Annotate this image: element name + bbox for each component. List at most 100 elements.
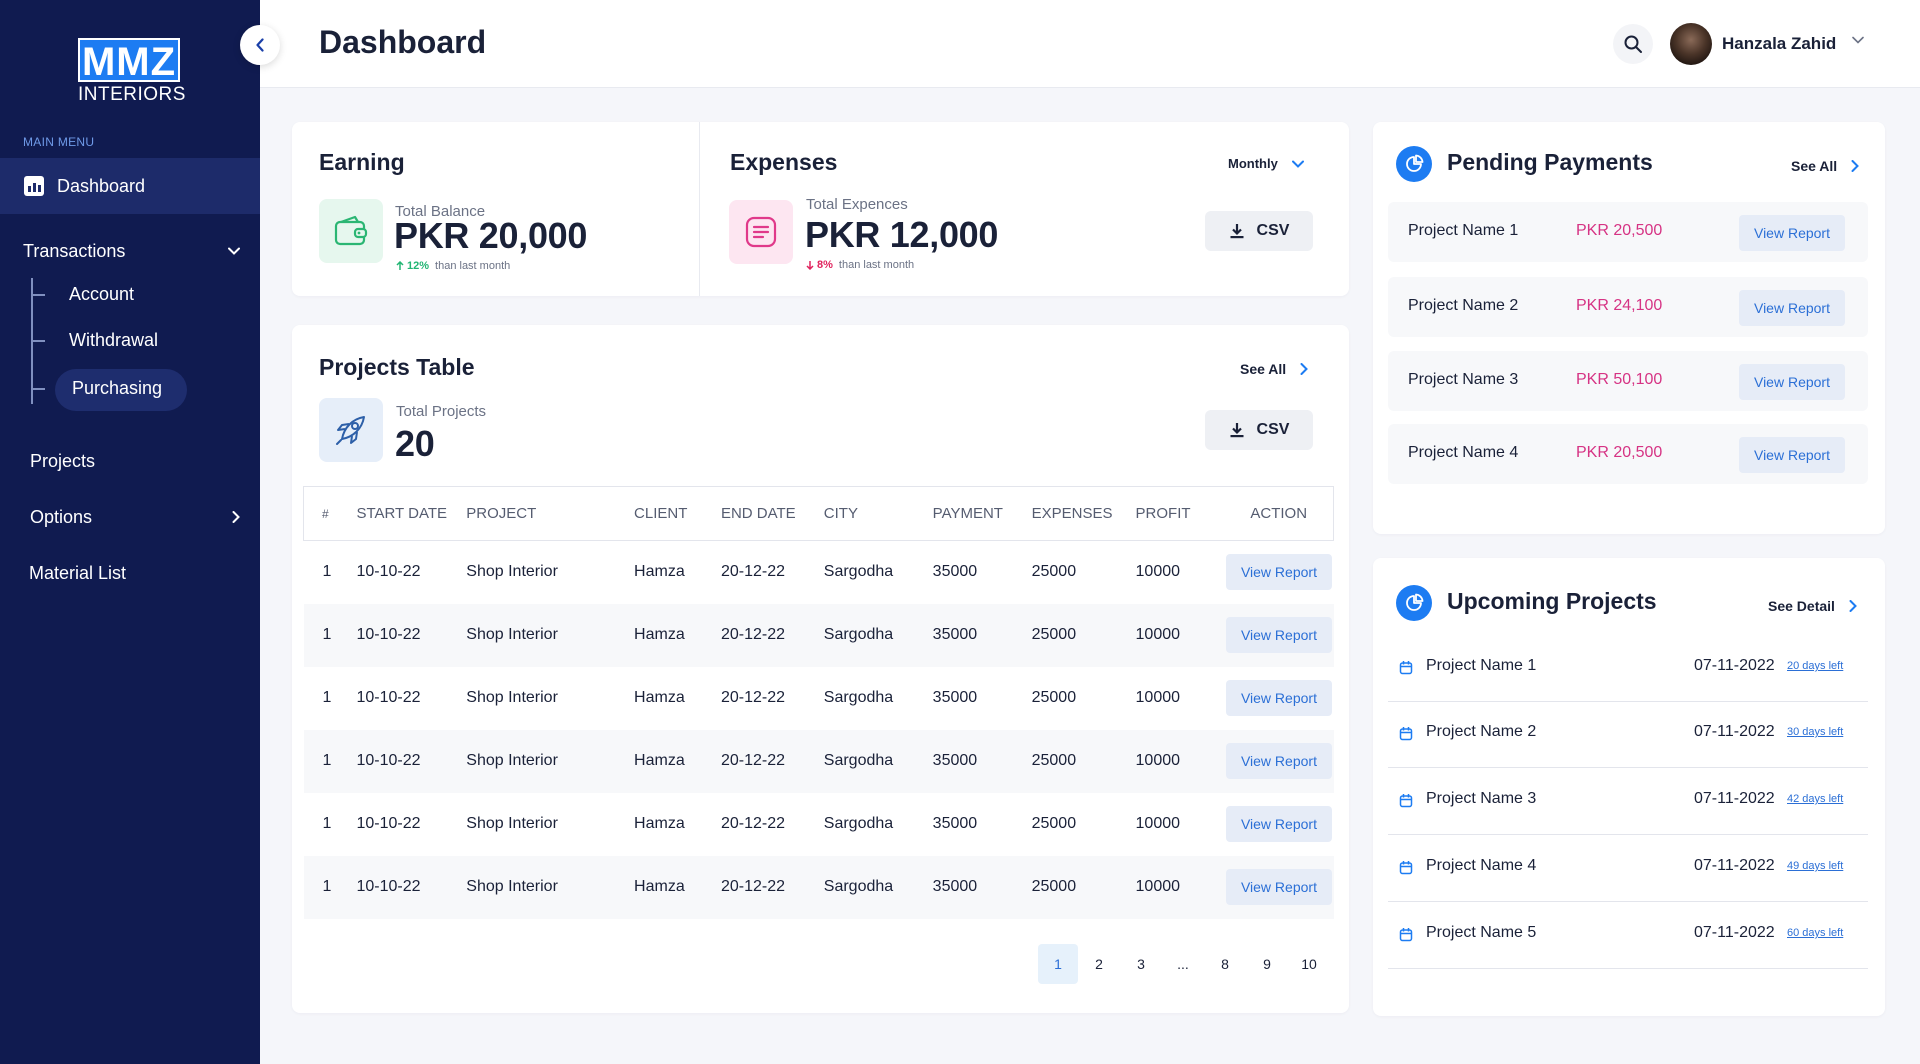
wallet-icon bbox=[319, 199, 383, 263]
view-report-button[interactable]: View Report bbox=[1225, 554, 1332, 591]
table-row: 1 10-10-22 Shop Interior Hamza 20-12-22 Sargo… bbox=[304, 541, 1334, 604]
column-header: CITY bbox=[823, 486, 933, 541]
table-cell: 1 bbox=[322, 689, 332, 706]
sidebar-item-purchasing[interactable]: Purchasing bbox=[31, 378, 162, 399]
expenses-delta: 8% than last month bbox=[806, 259, 914, 271]
sidebar-item-account[interactable]: Account bbox=[31, 284, 134, 305]
days-left-link[interactable]: 60 days left bbox=[1787, 927, 1843, 939]
view-report-button[interactable]: View Report bbox=[1225, 680, 1332, 716]
table-cell: 10-10-22 bbox=[356, 729, 467, 793]
upcoming-project-row[interactable]: Project Name 5 07-11-2022 60 days left bbox=[1388, 902, 1868, 969]
expenses-csv-button[interactable]: CSV bbox=[1205, 211, 1313, 251]
upcoming-project-row[interactable]: Project Name 3 07-11-2022 42 days left bbox=[1388, 768, 1868, 835]
table-row: 1 10-10-22 Shop Interior Hamza 20-12-22 Sargo… bbox=[303, 729, 1334, 793]
chart-icon bbox=[24, 176, 44, 196]
table-cell: Sargodha bbox=[823, 563, 894, 581]
days-left-link[interactable]: 49 days left bbox=[1787, 860, 1843, 872]
days-left-link[interactable]: 30 days left bbox=[1787, 726, 1843, 738]
table-cell: Hamza bbox=[634, 689, 685, 706]
sidebar-item-label: Withdrawal bbox=[69, 330, 159, 350]
page-button-1[interactable]: 1 bbox=[1038, 944, 1078, 984]
table-cell: 20-12-22 bbox=[720, 855, 824, 919]
projects-csv-button[interactable]: CSV bbox=[1205, 410, 1313, 450]
page-button-8[interactable]: 8 bbox=[1205, 944, 1245, 984]
sidebar-item-withdrawal[interactable]: Withdrawal bbox=[31, 330, 158, 351]
chevron-down-icon bbox=[1291, 160, 1304, 168]
page-button-9[interactable]: 9 bbox=[1247, 944, 1287, 984]
view-report-button[interactable]: View Report bbox=[1739, 215, 1845, 251]
page-button-10[interactable]: 10 bbox=[1289, 944, 1329, 984]
projects-total-label: Total Projects bbox=[396, 403, 487, 420]
column-header: PROJECT bbox=[466, 486, 635, 541]
rocket-icon bbox=[319, 398, 383, 462]
calendar-icon bbox=[1399, 793, 1413, 813]
upcoming-see-detail-link[interactable]: See Detail bbox=[1768, 598, 1857, 614]
earning-delta-text: than last month bbox=[435, 260, 511, 272]
pie-chart-icon bbox=[1396, 146, 1432, 182]
earning-delta-value: 12% bbox=[407, 260, 430, 272]
table-cell: Hamza bbox=[634, 729, 721, 793]
sidebar-item-projects[interactable]: Projects bbox=[0, 446, 260, 476]
sidebar-item-label: Material List bbox=[29, 562, 127, 583]
calendar-icon bbox=[1399, 660, 1413, 680]
table-cell: Shop Interior bbox=[466, 815, 558, 832]
pie-chart-icon bbox=[1396, 585, 1432, 621]
days-left-link[interactable]: 42 days left bbox=[1787, 793, 1843, 805]
view-report-button[interactable]: View Report bbox=[1225, 743, 1332, 779]
see-all-label: See All bbox=[1240, 361, 1287, 377]
table-cell: 35000 bbox=[932, 689, 978, 706]
projects-see-all-link[interactable]: See All bbox=[1240, 361, 1309, 377]
table-row: 1 10-10-22 Shop Interior Hamza 20-12-22 Sargo… bbox=[303, 855, 1334, 919]
table-cell: 20-12-22 bbox=[720, 729, 824, 793]
view-report-button[interactable]: View Report bbox=[1225, 617, 1332, 653]
search-button[interactable] bbox=[1613, 24, 1653, 64]
collapse-sidebar-button[interactable] bbox=[240, 25, 280, 65]
action-cell: View Report bbox=[1224, 541, 1333, 604]
table-cell: Shop Interior bbox=[466, 563, 558, 581]
pending-see-all-link[interactable]: See All bbox=[1791, 158, 1860, 174]
page-button-3[interactable]: 3 bbox=[1121, 944, 1161, 984]
download-icon bbox=[1230, 423, 1244, 438]
table-cell: Hamza bbox=[634, 563, 685, 581]
sidebar-item-dashboard[interactable]: Dashboard bbox=[0, 158, 260, 214]
sidebar-item-options[interactable]: Options bbox=[0, 502, 260, 532]
csv-label: CSV bbox=[1256, 222, 1290, 239]
summary-divider bbox=[699, 122, 700, 296]
earning-value: PKR 20,000 bbox=[394, 215, 588, 256]
brand-logo[interactable]: MMZ INTERIORS bbox=[78, 38, 185, 106]
view-report-button[interactable]: View Report bbox=[1739, 364, 1845, 400]
column-header: PROFIT bbox=[1135, 486, 1225, 541]
days-left-link[interactable]: 20 days left bbox=[1787, 660, 1843, 672]
period-select[interactable]: Monthly bbox=[1228, 156, 1304, 171]
table-cell: 25000 bbox=[1031, 815, 1077, 832]
upcoming-project-row[interactable]: Project Name 1 07-11-2022 20 days left bbox=[1388, 635, 1868, 702]
view-report-button[interactable]: View Report bbox=[1739, 290, 1845, 326]
project-date: 07-11-2022 bbox=[1694, 924, 1775, 941]
page-button-2[interactable]: 2 bbox=[1079, 944, 1119, 984]
table-cell: 10000 bbox=[1135, 729, 1225, 793]
view-report-button[interactable]: View Report bbox=[1225, 869, 1332, 905]
expenses-delta-value: 8% bbox=[817, 259, 833, 271]
earning-title: Earning bbox=[319, 149, 405, 175]
sidebar-item-transactions[interactable]: Transactions bbox=[0, 236, 260, 266]
table-cell: Shop Interior bbox=[466, 855, 635, 919]
upcoming-project-row[interactable]: Project Name 4 07-11-2022 49 days left bbox=[1388, 835, 1868, 902]
table-header-row: # START DATE PROJECT CLIENT END DATE CIT… bbox=[303, 486, 1335, 541]
table-cell: 10000 bbox=[1135, 603, 1225, 667]
table-cell: 20-12-22 bbox=[720, 603, 824, 667]
sidebar-item-label: Purchasing bbox=[72, 378, 163, 398]
action-cell: View Report bbox=[1224, 729, 1334, 793]
sidebar-item-material-list[interactable]: Material List bbox=[0, 558, 260, 588]
user-name[interactable]: Hanzala Zahid bbox=[1722, 34, 1836, 54]
csv-label: CSV bbox=[1256, 421, 1290, 438]
view-report-button[interactable]: View Report bbox=[1739, 437, 1845, 473]
action-cell: View Report bbox=[1224, 667, 1333, 730]
table-cell: 10-10-22 bbox=[356, 689, 421, 706]
table-cell: 25000 bbox=[1031, 563, 1077, 581]
view-report-button[interactable]: View Report bbox=[1225, 806, 1332, 842]
expenses-title: Expenses bbox=[730, 149, 838, 175]
table-cell: 35000 bbox=[932, 563, 978, 581]
avatar[interactable] bbox=[1670, 23, 1712, 65]
upcoming-project-row[interactable]: Project Name 2 07-11-2022 30 days left bbox=[1388, 701, 1868, 768]
chevron-down-icon[interactable] bbox=[1852, 36, 1864, 44]
